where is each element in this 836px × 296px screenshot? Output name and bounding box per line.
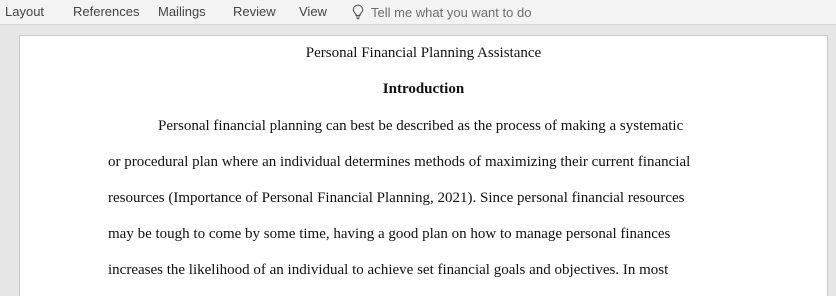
- paragraph-line[interactable]: Personal financial planning can best be …: [158, 118, 683, 135]
- paragraph-line[interactable]: resources (Importance of Personal Financ…: [108, 190, 684, 207]
- document-title[interactable]: Personal Financial Planning Assistance: [20, 45, 827, 62]
- section-heading-introduction[interactable]: Introduction: [20, 81, 827, 98]
- lightbulb-icon: [352, 4, 364, 20]
- paragraph-line[interactable]: increases the likelihood of an individua…: [108, 262, 668, 279]
- tab-view[interactable]: View: [299, 4, 327, 19]
- tab-mailings[interactable]: Mailings: [158, 4, 206, 19]
- document-page[interactable]: Personal Financial Planning Assistance I…: [19, 35, 828, 296]
- paragraph-line[interactable]: or procedural plan where an individual d…: [108, 154, 690, 171]
- tab-references[interactable]: References: [73, 4, 139, 19]
- tell-me-search[interactable]: Tell me what you want to do: [352, 3, 531, 21]
- tab-review[interactable]: Review: [233, 4, 276, 19]
- tab-layout[interactable]: Layout: [5, 4, 44, 19]
- paragraph-line[interactable]: may be tough to come by some time, havin…: [108, 226, 670, 243]
- ribbon-tab-bar: Layout References Mailings Review View T…: [0, 0, 836, 25]
- tell-me-input[interactable]: Tell me what you want to do: [371, 5, 531, 20]
